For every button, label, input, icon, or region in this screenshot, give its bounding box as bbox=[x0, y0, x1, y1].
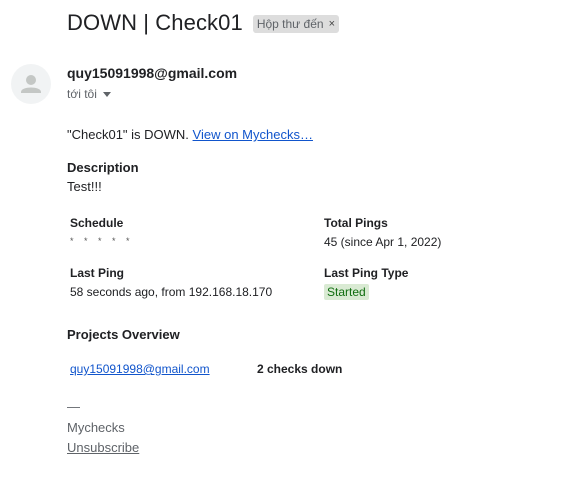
status-badge: Started bbox=[324, 284, 369, 300]
last-ping-type-value: Started bbox=[324, 284, 369, 300]
total-pings-heading: Total Pings bbox=[324, 216, 388, 230]
person-icon bbox=[21, 75, 41, 93]
caret-down-icon[interactable] bbox=[102, 92, 111, 97]
view-on-mychecks-link[interactable]: View on Mychecks… bbox=[193, 127, 313, 142]
description-heading: Description bbox=[67, 160, 139, 175]
project-status: 2 checks down bbox=[257, 362, 343, 376]
last-ping-type-heading: Last Ping Type bbox=[324, 266, 409, 280]
projects-overview-heading: Projects Overview bbox=[67, 327, 180, 342]
schedule-value: * * * * * bbox=[70, 236, 134, 246]
unsubscribe-link[interactable]: Unsubscribe bbox=[67, 440, 139, 455]
close-icon[interactable]: × bbox=[329, 16, 335, 32]
recipient-row[interactable]: tới tôi bbox=[67, 87, 111, 101]
recipient-text: tới tôi bbox=[67, 87, 97, 101]
status-intro: "Check01" is DOWN. bbox=[67, 127, 189, 142]
sender-email[interactable]: quy15091998@gmail.com bbox=[67, 65, 237, 81]
email-view: DOWN | Check01 Hộp thư đến × quy15091998… bbox=[0, 0, 562, 477]
last-ping-value: 58 seconds ago, from 192.168.18.170 bbox=[70, 285, 273, 299]
schedule-heading: Schedule bbox=[70, 216, 124, 230]
description-text: Test!!! bbox=[67, 179, 102, 194]
status-line: "Check01" is DOWN. View on Mychecks… bbox=[67, 127, 313, 142]
signature-dash: — bbox=[67, 399, 80, 414]
total-pings-value: 45 (since Apr 1, 2022) bbox=[324, 235, 442, 249]
email-subject: DOWN | Check01 bbox=[67, 10, 243, 35]
signature-name: Mychecks bbox=[67, 420, 125, 435]
last-ping-heading: Last Ping bbox=[70, 266, 125, 280]
inbox-label-chip[interactable]: Hộp thư đến × bbox=[252, 14, 340, 33]
project-link[interactable]: quy15091998@gmail.com bbox=[70, 362, 210, 376]
subject-row: DOWN | Check01 Hộp thư đến × bbox=[67, 8, 340, 38]
sender-avatar[interactable] bbox=[11, 64, 51, 104]
inbox-label-text: Hộp thư đến bbox=[256, 16, 324, 31]
